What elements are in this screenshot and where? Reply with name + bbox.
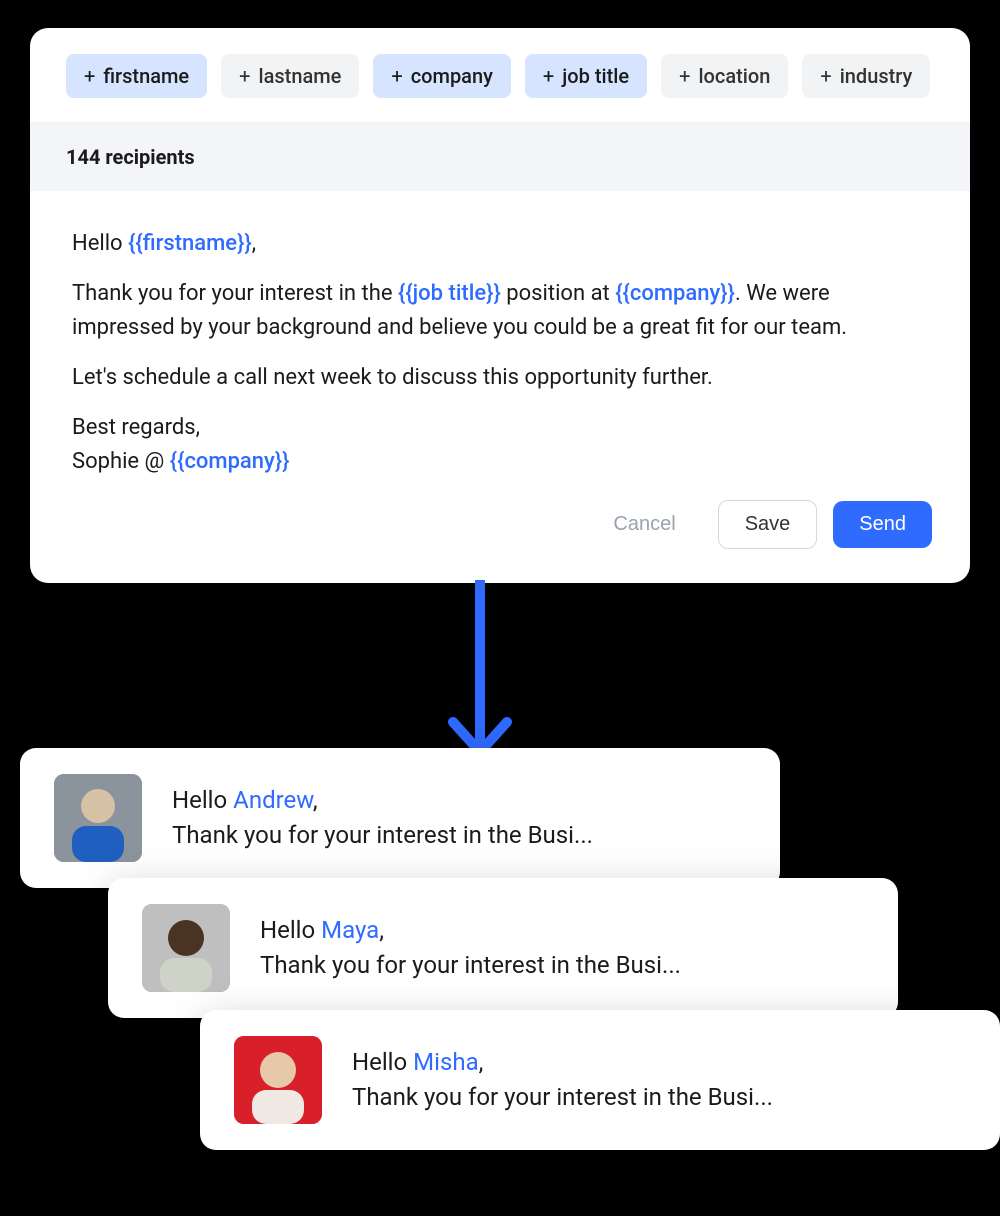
preview-card[interactable]: Hello Misha, Thank you for your interest… (200, 1010, 1000, 1150)
chip-industry[interactable]: + industry (802, 54, 930, 98)
preview-line2: Thank you for your interest in the Busi.… (352, 1083, 773, 1111)
send-button[interactable]: Send (833, 501, 932, 548)
placeholder-company: {{company}} (615, 281, 735, 306)
template-line-greeting: Hello {{firstname}}, (72, 227, 928, 261)
chip-firstname[interactable]: + firstname (66, 54, 207, 98)
text: Hello (260, 916, 321, 944)
text: Thank you for your interest in the (72, 281, 398, 306)
chip-job-title[interactable]: + job title (525, 54, 647, 98)
plus-icon: + (84, 64, 95, 88)
template-line-para1: Thank you for your interest in the {{job… (72, 277, 928, 345)
recipients-count: 144 recipients (30, 123, 970, 191)
chip-label: location (698, 64, 770, 88)
chip-label: firstname (103, 64, 189, 88)
text: , (479, 1048, 484, 1076)
text: , (379, 916, 384, 944)
chip-lastname[interactable]: + lastname (221, 54, 359, 98)
email-template-editor: + firstname + lastname + company + job t… (30, 28, 970, 583)
preview-card[interactable]: Hello Maya, Thank you for your interest … (108, 878, 898, 1018)
text: , (313, 786, 318, 814)
text: Sophie @ (72, 449, 170, 474)
avatar (142, 904, 230, 992)
text: Hello (352, 1048, 413, 1076)
chip-company[interactable]: + company (373, 54, 511, 98)
placeholder-company: {{company}} (170, 449, 290, 474)
text: Best regards, (72, 415, 200, 440)
recipient-name: Maya (321, 916, 379, 944)
avatar (54, 774, 142, 862)
text: , (252, 231, 256, 256)
chip-label: industry (840, 64, 913, 88)
arrow-down-icon (445, 580, 515, 770)
cancel-button[interactable]: Cancel (587, 501, 701, 548)
chip-label: lastname (258, 64, 341, 88)
preview-text: Hello Misha, Thank you for your interest… (352, 1045, 773, 1115)
text: position at (501, 281, 615, 306)
plus-icon: + (239, 64, 250, 88)
preview-text: Hello Maya, Thank you for your interest … (260, 913, 681, 983)
plus-icon: + (391, 64, 402, 88)
text: Hello (72, 231, 128, 256)
template-line-signoff: Best regards, Sophie @ {{company}} (72, 411, 928, 479)
text: Hello (172, 786, 233, 814)
variable-chip-bar: + firstname + lastname + company + job t… (30, 28, 970, 123)
avatar (234, 1036, 322, 1124)
chip-label: job title (562, 64, 629, 88)
template-textarea[interactable]: Hello {{firstname}}, Thank you for your … (30, 191, 970, 500)
preview-line2: Thank you for your interest in the Busi.… (172, 821, 593, 849)
plus-icon: + (543, 64, 554, 88)
chip-location[interactable]: + location (661, 54, 788, 98)
template-line-para2: Let's schedule a call next week to discu… (72, 361, 928, 395)
plus-icon: + (820, 64, 831, 88)
preview-line2: Thank you for your interest in the Busi.… (260, 951, 681, 979)
placeholder-job-title: {{job title}} (398, 281, 501, 306)
preview-text: Hello Andrew, Thank you for your interes… (172, 783, 593, 853)
editor-actions: Cancel Save Send (30, 500, 970, 583)
save-button[interactable]: Save (718, 500, 818, 549)
chip-label: company (411, 64, 493, 88)
recipient-name: Andrew (233, 786, 313, 814)
recipient-name: Misha (413, 1048, 478, 1076)
plus-icon: + (679, 64, 690, 88)
placeholder-firstname: {{firstname}} (128, 231, 252, 256)
preview-card[interactable]: Hello Andrew, Thank you for your interes… (20, 748, 780, 888)
